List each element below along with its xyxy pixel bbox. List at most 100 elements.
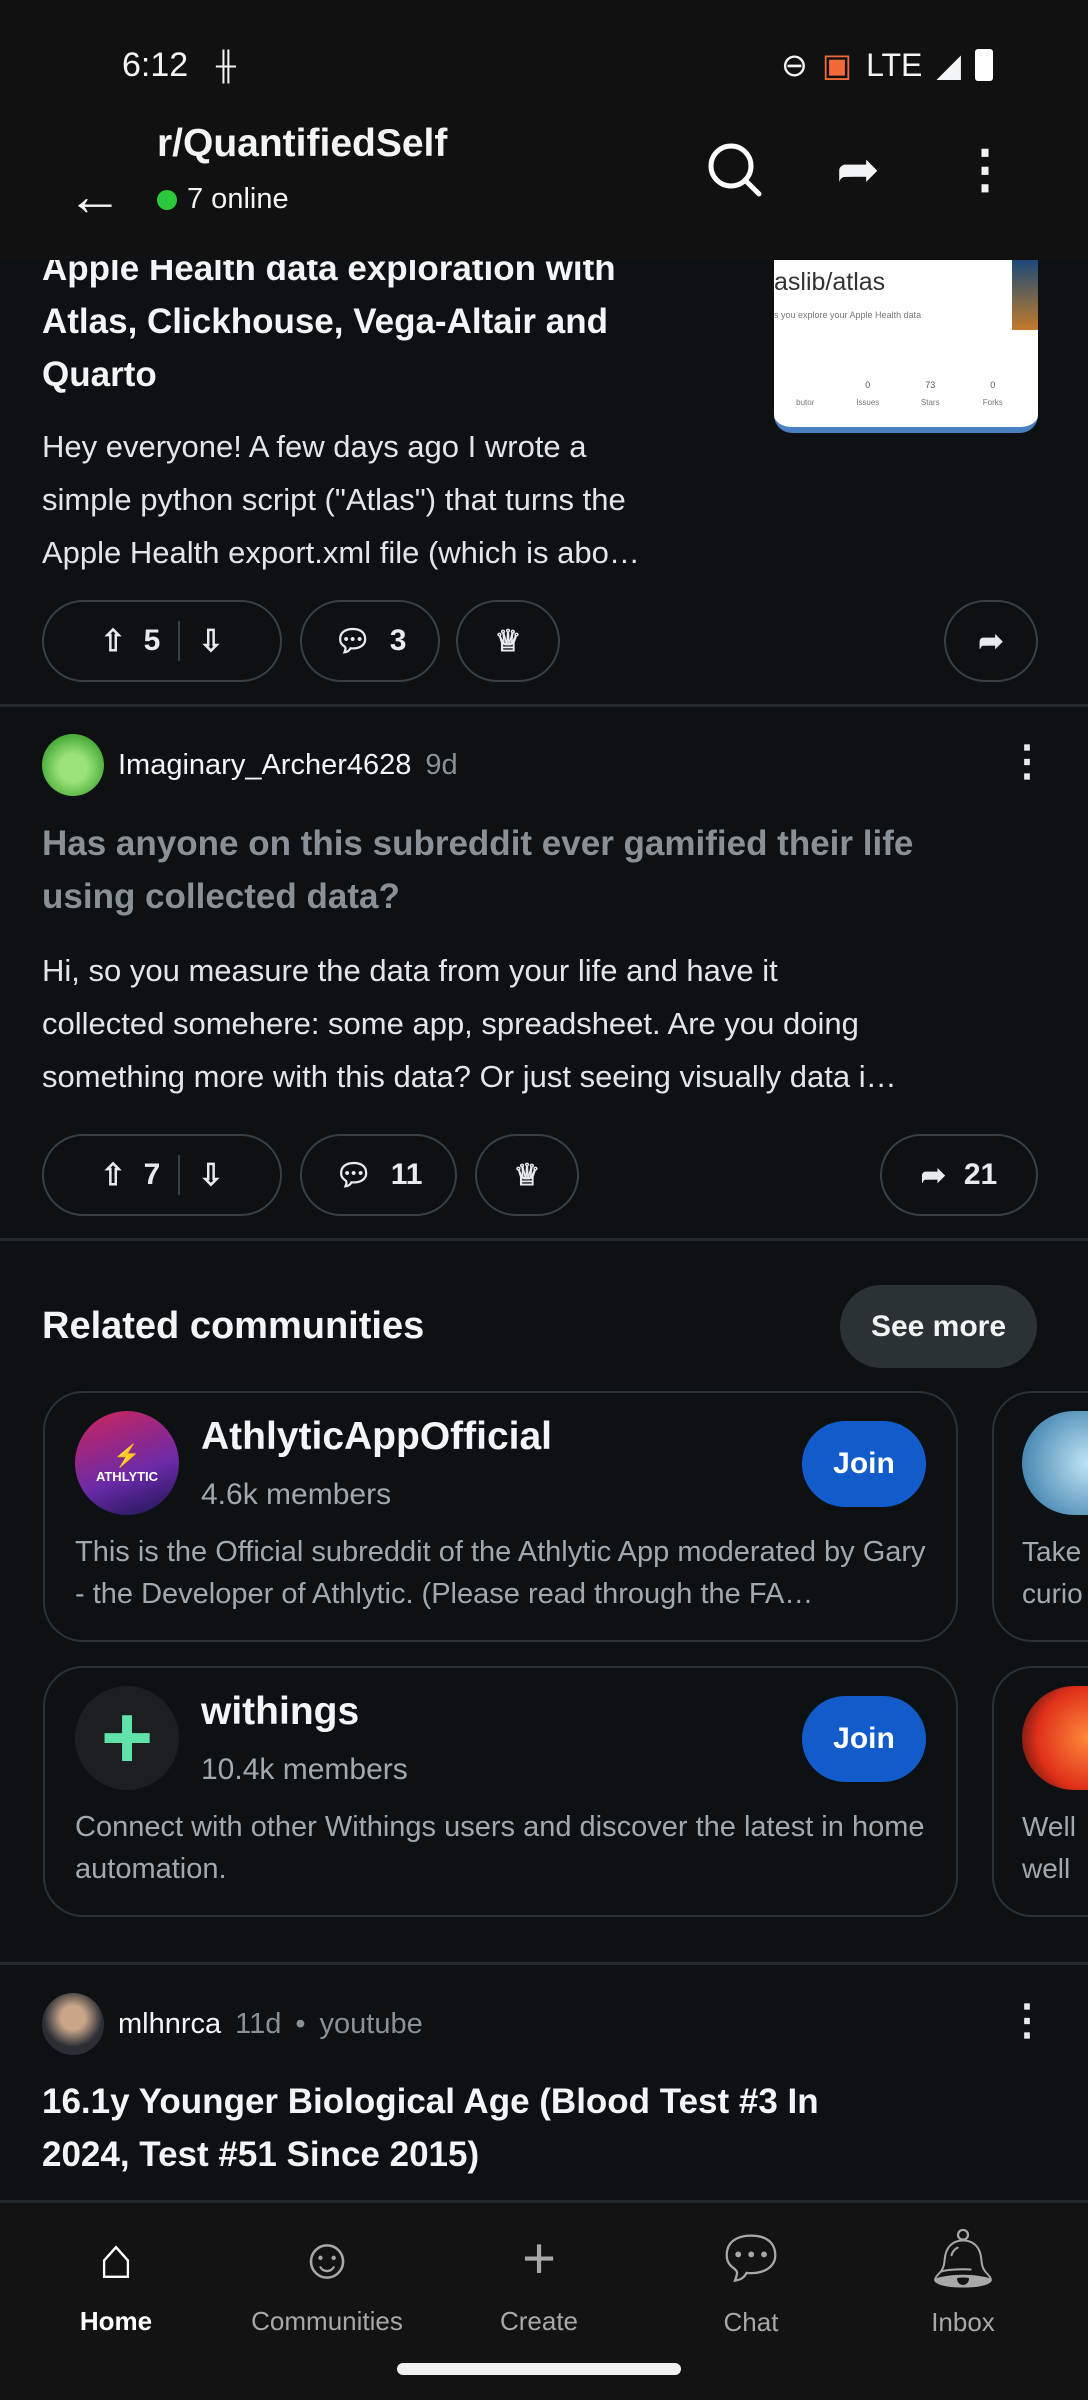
title-line: 16.1y Younger Biological Age (Blood Test… [42, 2082, 819, 2121]
share-icon: ➦ [920, 1158, 946, 1192]
nav-communities[interactable]: ☺ Communities [237, 2225, 417, 2337]
community-card[interactable]: + withings 10.4k members Connect with ot… [43, 1666, 958, 1917]
post-thumbnail[interactable]: aslib/atlas s you explore your Apple Hea… [774, 230, 1038, 433]
avatar[interactable] [42, 734, 104, 796]
award-button[interactable]: ♕ [456, 600, 560, 682]
vote-control[interactable]: ⇧ 7 ⇩ [42, 1134, 282, 1216]
desc-line: curio [1022, 1578, 1083, 1609]
body-line: Hey everyone! A few days ago I wrote a [42, 429, 587, 464]
chat-icon: 💬︎ [714, 2226, 788, 2291]
nav-chat[interactable]: 💬︎ Chat [661, 2225, 841, 2338]
nav-home[interactable]: ⌂ Home [26, 2225, 206, 2337]
post-age: 9d [425, 748, 458, 781]
online-indicator: 7 online [157, 183, 289, 216]
join-button[interactable]: Join [802, 1421, 926, 1507]
more-options-icon[interactable]: ⋮ [950, 135, 1020, 205]
title-line: using collected data? [42, 877, 400, 916]
comment-count: 3 [389, 624, 407, 657]
community-logo [1022, 1411, 1088, 1515]
body-line: something more with this data? Or just s… [42, 1059, 897, 1094]
desc-line: Well [1022, 1811, 1076, 1842]
member-count: 10.4k members [201, 1753, 408, 1786]
nav-label: Communities [251, 2306, 403, 2336]
bell-icon: 🔔︎ [926, 2226, 1000, 2291]
post-meta: Imaginary_Archer4628 9d [42, 734, 458, 796]
share-button[interactable]: ➦ 21 [880, 1134, 1038, 1216]
post-title[interactable]: 16.1y Younger Biological Age (Blood Test… [42, 2075, 1052, 2181]
upvote-icon[interactable]: ⇧ [101, 624, 126, 659]
home-indicator[interactable] [397, 2363, 681, 2375]
community-card-peek[interactable]: Well well [992, 1666, 1088, 1917]
back-arrow-icon[interactable]: ← [60, 160, 130, 230]
downvote-icon[interactable]: ⇩ [198, 1158, 223, 1193]
avatar[interactable] [42, 1993, 104, 2055]
signal-icon: ◢ [936, 47, 961, 83]
community-logo [1022, 1686, 1088, 1790]
desc-line: Take [1022, 1536, 1082, 1567]
community-description: This is the Official subreddit of the At… [75, 1536, 926, 1610]
nav-inbox[interactable]: 🔔︎ Inbox [873, 2225, 1053, 2338]
award-icon: ♕ [513, 1158, 541, 1192]
upvote-icon[interactable]: ⇧ [101, 1158, 126, 1193]
audio-icon: ╫ [216, 50, 236, 81]
bottom-nav: ⌂ Home ☺ Communities + Create 💬︎ Chat 🔔︎ Inbo… [0, 2200, 1088, 2400]
contributors-label: butor [796, 398, 815, 407]
thumb-image [1012, 260, 1038, 330]
more-options-icon[interactable]: ⋮ [1006, 1995, 1048, 2044]
title-line: Atlas, Clickhouse, Vega-Altair and [42, 302, 608, 341]
community-card[interactable]: ⚡ ATHLYTIC AthlyticAppOfficial 4.6k membe… [43, 1391, 958, 1642]
post-title[interactable]: Apple Health data exploration with Atlas… [42, 242, 722, 401]
downvote-icon[interactable]: ⇩ [198, 624, 223, 659]
section-title: Related communities [42, 1305, 425, 1347]
member-count: 4.6k members [201, 1478, 392, 1511]
post-age: 11d [235, 2007, 282, 2040]
post-body: Hi, so you measure the data from your li… [42, 944, 897, 1103]
share-icon: ➦ [978, 624, 1004, 658]
body-line: simple python script ("Atlas") that turn… [42, 482, 626, 517]
forks-label: Forks [982, 398, 1003, 407]
post-body: Hey everyone! A few days ago I wrote a s… [42, 420, 640, 579]
vote-control[interactable]: ⇧ 5 ⇩ [42, 600, 282, 682]
forks-count: 0 [990, 380, 996, 390]
share-button[interactable]: ➦ [944, 600, 1038, 682]
see-more-button[interactable]: See more [840, 1285, 1037, 1368]
issues-label: Issues [856, 398, 880, 407]
network-type: LTE [866, 46, 923, 83]
vote-count: 7 [143, 1158, 161, 1191]
community-card-peek[interactable]: Take curio [992, 1391, 1088, 1642]
body-line: collected somehere: some app, spreadshee… [42, 1006, 859, 1041]
app-header: ← r/QuantifiedSelf 7 online ➦ ⋮ [0, 122, 1088, 260]
repo-desc: s you explore your Apple Health data [774, 310, 922, 320]
body-line: Apple Health export.xml file (which is a… [42, 535, 640, 570]
post-title[interactable]: Has anyone on this subreddit ever gamifi… [42, 817, 1052, 923]
stars-label: Stars [920, 398, 940, 407]
title-line: Has anyone on this subreddit ever gamifi… [42, 824, 914, 863]
stars-count: 73 [925, 380, 936, 390]
community-name: withings [201, 1690, 360, 1733]
award-icon: ♕ [494, 624, 522, 658]
divider [0, 1238, 1088, 1241]
comments-button[interactable]: 💬︎ 11 [300, 1134, 457, 1216]
issues-count: 0 [865, 380, 871, 390]
nav-label: Chat [723, 2307, 779, 2337]
nav-create[interactable]: + Create [449, 2225, 629, 2337]
author-name[interactable]: mlhnrca [118, 2008, 221, 2041]
title-line: Quarto [42, 355, 157, 394]
join-button[interactable]: Join [802, 1696, 926, 1782]
author-name[interactable]: Imaginary_Archer4628 [118, 749, 411, 782]
award-button[interactable]: ♕ [475, 1134, 579, 1216]
search-icon[interactable] [700, 135, 770, 205]
comments-button[interactable]: 💬︎ 3 [300, 600, 440, 682]
body-line: Hi, so you measure the data from your li… [42, 953, 778, 988]
comment-icon: 💬︎ [334, 1158, 373, 1192]
post-source: youtube [319, 2007, 423, 2040]
communities-icon: ☺ [297, 2226, 357, 2291]
community-logo: ⚡ ATHLYTIC [75, 1411, 179, 1515]
nav-label: Home [79, 2306, 153, 2336]
online-count: 7 online [187, 183, 289, 215]
subreddit-title[interactable]: r/QuantifiedSelf [157, 122, 447, 166]
share-icon[interactable]: ➦ [823, 135, 893, 205]
post-meta: mlhnrca 11d • youtube [42, 1993, 423, 2055]
community-logo: + [75, 1686, 179, 1790]
more-options-icon[interactable]: ⋮ [1006, 736, 1048, 785]
